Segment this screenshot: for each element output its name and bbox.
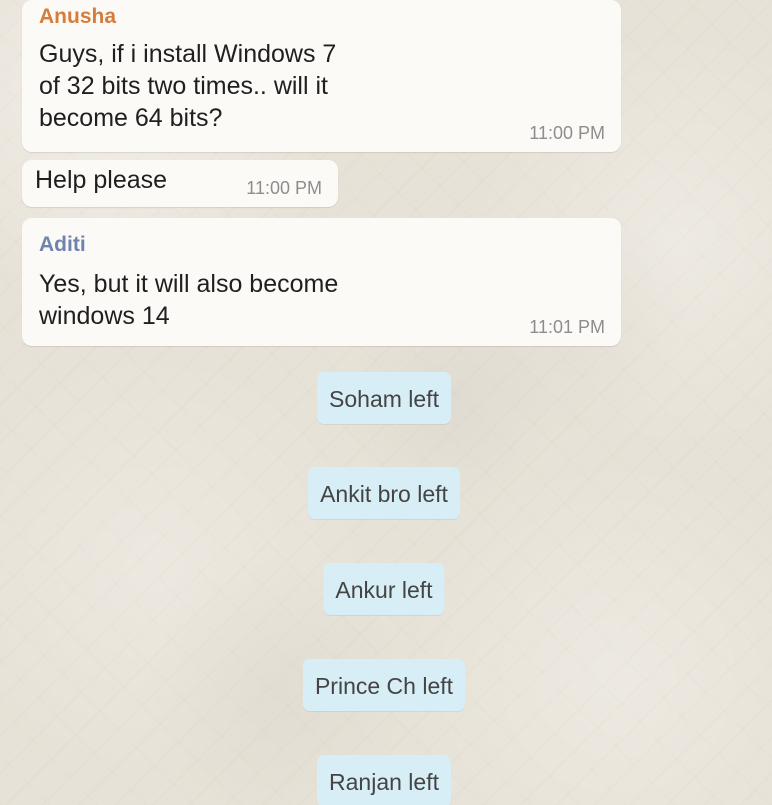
system-event-soham-left: Soham left	[317, 372, 451, 424]
sender-name: Aditi	[39, 233, 86, 256]
message-time: 11:00 PM	[246, 178, 322, 198]
system-event-ranjan-left: Ranjan left	[317, 755, 451, 805]
message-time: 11:00 PM	[529, 123, 605, 143]
chat-thread: Anusha Guys, if i install Windows 7 of 3…	[0, 0, 772, 805]
sender-name: Anusha	[39, 5, 117, 28]
incoming-message[interactable]: Aditi Yes, but it will also become windo…	[22, 218, 621, 346]
system-event-ankit-bro-left: Ankit bro left	[308, 467, 460, 519]
message-text: Help please	[35, 166, 168, 194]
message-text: Guys, if i install Windows 7 of 32 bits …	[39, 40, 337, 132]
message-time: 11:01 PM	[529, 317, 605, 337]
message-text: Yes, but it will also become windows 14	[39, 270, 339, 330]
system-event-ankur-left: Ankur left	[323, 563, 445, 615]
incoming-message[interactable]: Help please 11:00 PM	[22, 160, 338, 207]
system-event-prince-ch-left: Prince Ch left	[302, 659, 466, 711]
incoming-message[interactable]: Anusha Guys, if i install Windows 7 of 3…	[22, 0, 621, 152]
